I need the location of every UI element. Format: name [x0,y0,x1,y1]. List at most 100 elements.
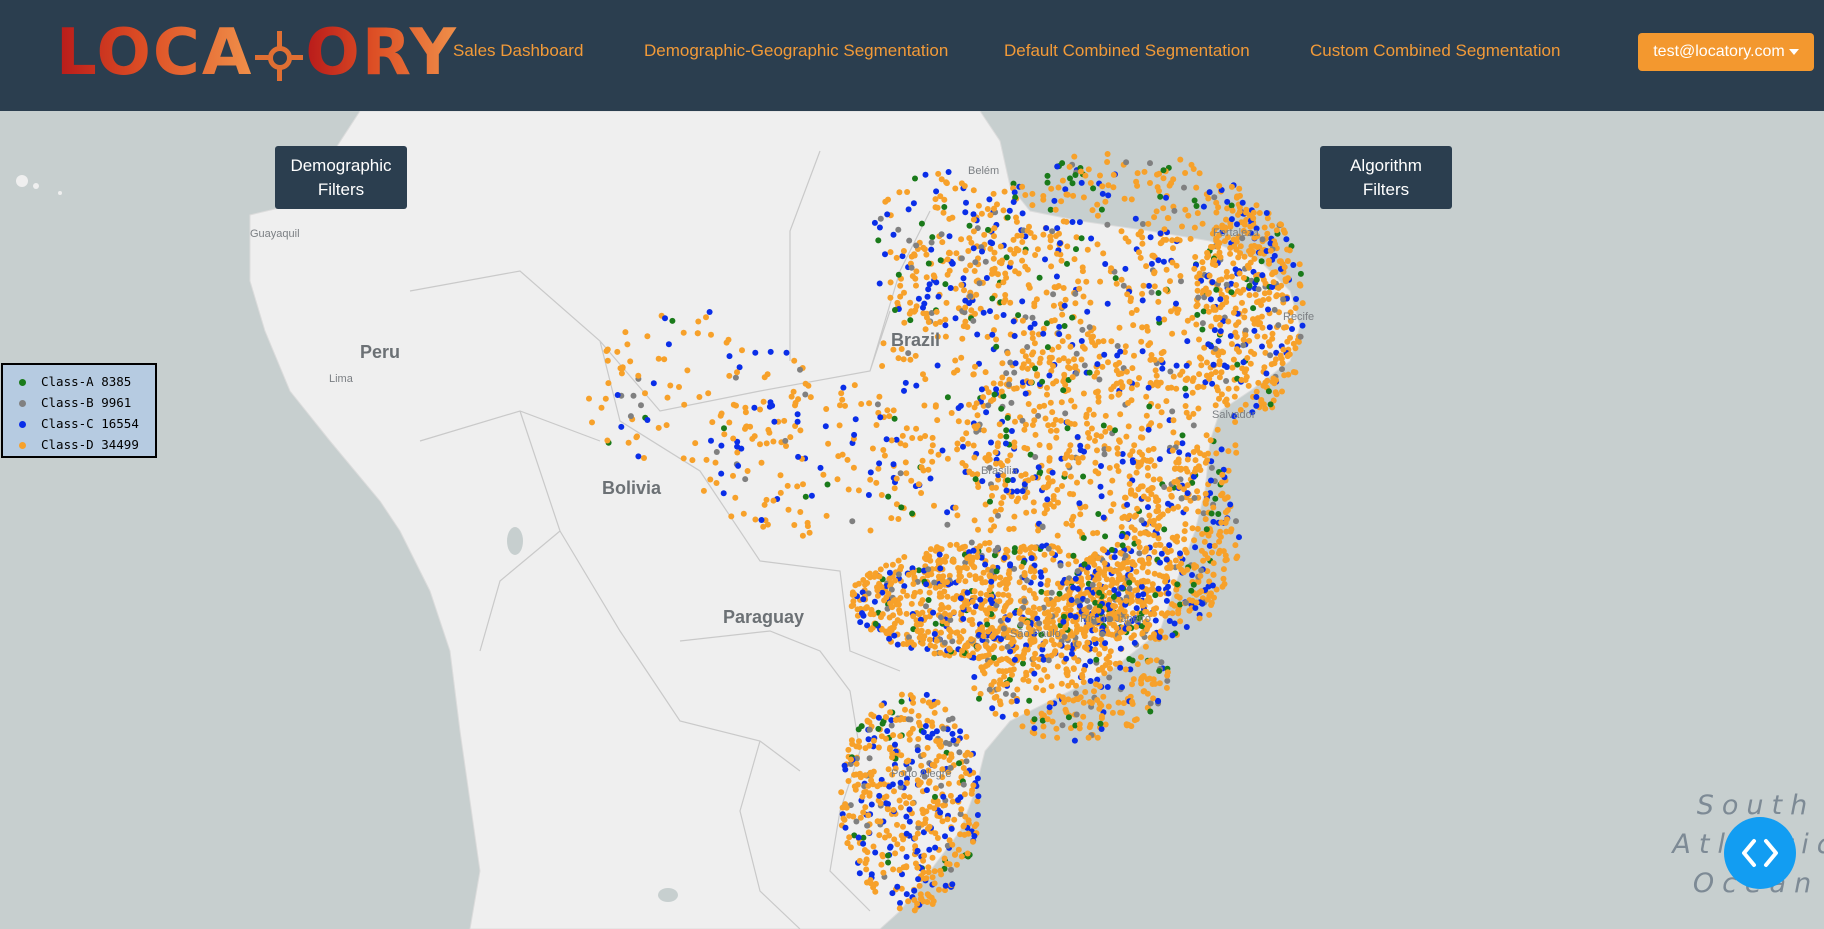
customer-point [1089,207,1096,214]
customer-point [985,226,991,233]
customer-point [1182,599,1189,606]
customer-point [1194,287,1201,294]
customer-point [782,437,789,444]
customer-point [912,175,918,182]
customer-point [1054,663,1061,670]
customer-point [947,792,954,799]
customer-point [1212,495,1219,502]
customer-point [1210,304,1217,311]
nav-sales-dashboard[interactable]: Sales Dashboard [453,40,583,62]
customer-point [1145,555,1152,562]
customer-point [885,852,891,859]
customer-point [1100,422,1107,429]
customer-point [920,898,927,905]
customer-point [1275,284,1282,291]
customer-point [1205,252,1212,259]
customer-point [1065,462,1072,469]
customer-point [927,546,934,553]
customer-point [655,424,662,431]
nav-custom-combined-segmentation[interactable]: Custom Combined Segmentation [1310,40,1560,62]
customer-point [877,215,884,222]
customer-point [897,804,904,811]
demographic-filters-button[interactable]: Demographic Filters [275,146,407,209]
customer-point [1003,433,1010,440]
customer-point [1013,385,1020,392]
customer-point [989,266,996,273]
customer-point [1000,630,1007,637]
customer-point [1087,678,1094,684]
customer-point [1183,506,1190,513]
customer-point [982,579,989,586]
customer-point [910,699,917,706]
customer-point [1098,493,1105,500]
map-view[interactable]: Peru Brazil Bolivia Paraguay Guayaquil L… [0,111,1824,929]
customer-point [1100,693,1107,700]
customer-point [1130,459,1137,466]
customer-point [1102,533,1109,540]
customer-point [1173,300,1179,307]
customer-point [946,645,953,652]
customer-point [1136,550,1143,557]
customer-point [1127,572,1134,579]
customer-point [787,434,794,441]
customer-point [838,390,845,397]
customer-point [1164,610,1171,617]
customer-point [970,317,977,324]
customer-point [1104,221,1111,228]
customer-point [903,425,910,432]
algorithm-filters-button[interactable]: Algorithm Filters [1320,146,1452,209]
customer-point [966,652,973,659]
customer-point [1161,526,1168,533]
customer-point [883,436,890,443]
customer-point [1164,677,1171,684]
customer-point [1044,615,1051,622]
customer-point [1017,621,1024,628]
customer-point [953,861,960,868]
customer-point [1222,398,1229,405]
customer-point [941,855,948,862]
customer-point [1163,573,1170,580]
customer-point [1194,444,1201,451]
customer-point [1119,684,1125,691]
customer-point [614,348,621,355]
customer-point [954,367,961,374]
customer-point [1281,264,1288,271]
customer-point [1016,554,1022,561]
customer-point [795,453,802,460]
nav-demographic-geographic-segmentation[interactable]: Demographic-Geographic Segmentation [644,40,948,62]
locatory-logo[interactable]: LOCA ORY [56,18,458,88]
customer-point [970,187,977,194]
customer-point [1093,389,1099,396]
customer-point [946,861,953,868]
nav-default-combined-segmentation[interactable]: Default Combined Segmentation [1004,40,1250,62]
customer-point [970,563,977,570]
customer-point [1273,293,1280,300]
customer-point [1253,276,1260,283]
customer-point [791,357,798,364]
user-menu-button[interactable]: test@locatory.com [1638,33,1814,71]
customer-point [1100,338,1107,345]
customer-point [1184,456,1191,463]
customer-point [1173,362,1180,369]
customer-point [958,806,965,813]
customer-point [900,641,907,647]
customer-point [807,394,814,401]
customer-point [1116,324,1123,331]
customer-point [1029,351,1035,358]
customer-point [1007,246,1014,253]
customer-point [844,840,851,847]
customer-point [922,816,929,823]
customer-point [957,402,964,409]
customer-point [924,744,931,751]
panel-toggle-button[interactable] [1724,817,1796,889]
customer-point [1045,577,1051,584]
customer-point [1143,412,1150,419]
customer-point [1096,651,1103,658]
customer-point [1039,378,1046,385]
customer-point [1049,469,1056,476]
customer-point [712,459,719,466]
customer-point [638,402,644,409]
customer-point [1031,574,1037,581]
customer-point [1024,344,1031,350]
customer-point [928,448,934,455]
